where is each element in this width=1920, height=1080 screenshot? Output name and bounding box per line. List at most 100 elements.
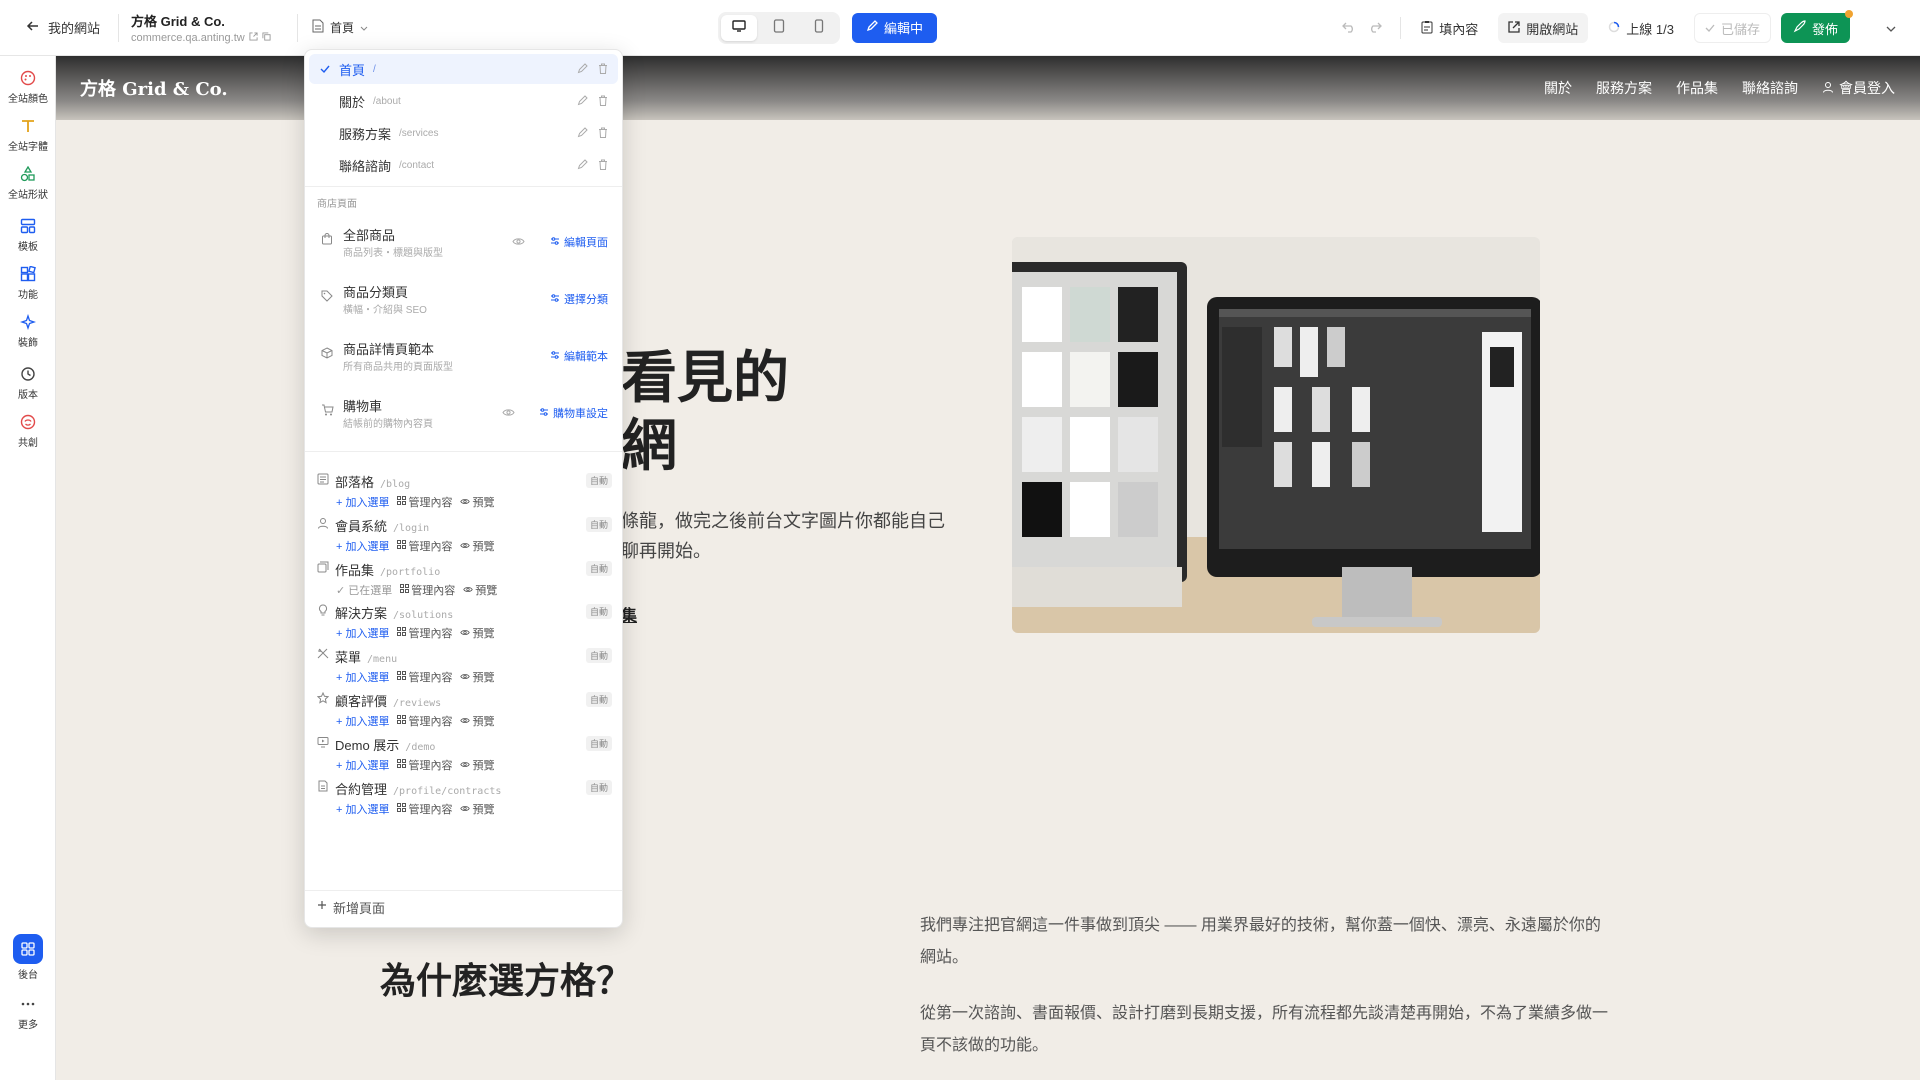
trash-icon[interactable] bbox=[598, 62, 608, 77]
sidebar-item-features[interactable]: 功能 bbox=[0, 264, 56, 301]
manage-content-link[interactable]: 管理內容 bbox=[397, 669, 452, 685]
edit-template-link[interactable]: 編輯範本 bbox=[550, 348, 608, 364]
shop-item-category[interactable]: 商品分類頁 橫幅・介紹與 SEO 選擇分類 bbox=[305, 277, 622, 325]
auto-badge: 自動 bbox=[585, 692, 612, 707]
feature-reviews[interactable]: 顧客評價/reviews 自動 + 加入選單 管理內容 預覽 bbox=[305, 689, 622, 733]
feature-demo[interactable]: Demo 展示/demo 自動 + 加入選單 管理內容 預覽 bbox=[305, 733, 622, 777]
preview-link[interactable]: 預覽 bbox=[460, 538, 494, 554]
trash-icon[interactable] bbox=[598, 158, 608, 173]
sidebar-item-admin[interactable]: 後台 bbox=[0, 934, 56, 981]
pencil-icon[interactable] bbox=[577, 126, 588, 141]
eye-icon[interactable] bbox=[502, 405, 515, 420]
toolbar-right: 填內容 開啟網站 上線 1/3 已儲存 發佈 bbox=[1342, 0, 1896, 56]
feature-menu[interactable]: 菜單/menu 自動 + 加入選單 管理內容 預覽 bbox=[305, 645, 622, 689]
open-site-button[interactable]: 開啟網站 bbox=[1498, 13, 1589, 43]
add-to-menu-link[interactable]: + 加入選單 bbox=[336, 757, 389, 773]
page-item-services[interactable]: 服務方案 /services bbox=[309, 118, 618, 148]
manage-content-link[interactable]: 管理內容 bbox=[400, 582, 455, 598]
sidebar-item-cocreate[interactable]: 共創 bbox=[0, 412, 56, 449]
cart-icon bbox=[321, 404, 334, 419]
sidebar-item-site-shapes[interactable]: 全站形狀 bbox=[0, 164, 56, 201]
sidebar-item-decorations[interactable]: 裝飾 bbox=[0, 312, 56, 349]
shop-item-product-detail[interactable]: 商品詳情頁範本 所有商品共用的頁面版型 編輯範本 bbox=[305, 334, 622, 382]
add-to-menu-link[interactable]: + 加入選單 bbox=[336, 494, 389, 510]
publish-button[interactable]: 發佈 bbox=[1780, 10, 1853, 43]
choose-category-link[interactable]: 選擇分類 bbox=[550, 291, 608, 307]
editing-mode-button[interactable]: 編輯中 bbox=[852, 12, 938, 43]
preview-link[interactable]: 預覽 bbox=[460, 757, 494, 773]
page-item-about[interactable]: 關於 /about bbox=[309, 86, 618, 116]
copy-icon[interactable] bbox=[262, 32, 271, 44]
trash-icon[interactable] bbox=[598, 94, 608, 109]
sidebar-item-more[interactable]: 更多 bbox=[0, 994, 56, 1031]
feature-member-system[interactable]: 會員系統/login 自動 + 加入選單 管理內容 預覽 bbox=[305, 514, 622, 558]
cart-settings-link[interactable]: 購物車設定 bbox=[539, 405, 608, 421]
manage-content-link[interactable]: 管理內容 bbox=[397, 625, 452, 641]
sidebar-item-versions[interactable]: 版本 bbox=[0, 364, 56, 401]
page-label: 服務方案 bbox=[339, 126, 392, 142]
preview-link[interactable]: 預覽 bbox=[460, 494, 494, 510]
trash-icon[interactable] bbox=[598, 126, 608, 141]
edit-page-link[interactable]: 編輯頁面 bbox=[550, 234, 608, 250]
eye-icon[interactable] bbox=[512, 234, 525, 249]
nav-link-services[interactable]: 服務方案 bbox=[1596, 78, 1652, 98]
mobile-view-button[interactable] bbox=[801, 15, 837, 41]
saved-button[interactable]: 已儲存 bbox=[1693, 13, 1771, 43]
sidebar-item-label: 全站顏色 bbox=[8, 94, 48, 105]
feature-portfolio[interactable]: 作品集/portfolio 自動 ✓ 已在選單 管理內容 預覽 bbox=[305, 558, 622, 602]
feature-slug: /menu bbox=[367, 654, 398, 666]
preview-link[interactable]: 預覽 bbox=[460, 669, 494, 685]
preview-label: 預覽 bbox=[472, 540, 495, 553]
page-selector-button[interactable]: 首頁 bbox=[312, 19, 368, 36]
page-item-contact[interactable]: 聯絡諮詢 /contact bbox=[309, 150, 618, 180]
manage-label: 管理內容 bbox=[411, 584, 456, 597]
fill-content-button[interactable]: 填內容 bbox=[1411, 13, 1488, 43]
preview-link[interactable]: 預覽 bbox=[460, 801, 494, 817]
page-item-home[interactable]: 首頁 / bbox=[309, 54, 618, 84]
add-to-menu-link[interactable]: + 加入選單 bbox=[336, 538, 389, 554]
feature-solutions[interactable]: 解決方案/solutions 自動 + 加入選單 管理內容 預覽 bbox=[305, 601, 622, 645]
nav-link-about[interactable]: 關於 bbox=[1544, 78, 1572, 98]
preview-link[interactable]: 預覽 bbox=[463, 582, 497, 598]
add-page-button[interactable]: 新增頁面 bbox=[317, 898, 385, 917]
sidebar-item-templates[interactable]: 模板 bbox=[0, 216, 56, 253]
desktop-view-button[interactable] bbox=[721, 14, 757, 41]
shop-item-all-products[interactable]: 全部商品 商品列表・標題與版型 編輯頁面 bbox=[305, 220, 622, 268]
sidebar-item-site-fonts[interactable]: 全站字體 bbox=[0, 116, 56, 153]
pencil-icon[interactable] bbox=[577, 62, 588, 77]
undo-icon[interactable] bbox=[1342, 21, 1356, 36]
manage-content-link[interactable]: 管理內容 bbox=[397, 713, 452, 729]
site-logo[interactable]: 方格 Grid & Co. bbox=[80, 75, 228, 101]
nav-link-contact[interactable]: 聯絡諮詢 bbox=[1742, 78, 1798, 98]
shapes-icon bbox=[18, 164, 38, 184]
shop-item-cart[interactable]: 購物車 結帳前的購物內容頁 購物車設定 bbox=[305, 391, 622, 439]
external-link-icon[interactable] bbox=[249, 32, 258, 44]
more-menu-chevron-icon[interactable] bbox=[1886, 21, 1896, 36]
tablet-view-button[interactable] bbox=[761, 15, 797, 41]
redo-icon[interactable] bbox=[1368, 21, 1383, 36]
add-to-menu-link[interactable]: + 加入選單 bbox=[336, 801, 389, 817]
add-to-menu-link[interactable]: + 加入選單 bbox=[336, 713, 389, 729]
pencil-icon[interactable] bbox=[577, 94, 588, 109]
nav-link-portfolio[interactable]: 作品集 bbox=[1676, 78, 1718, 98]
feature-contracts[interactable]: 合約管理/profile/contracts 自動 + 加入選單 管理內容 預覽 bbox=[305, 777, 622, 821]
member-login-link[interactable]: 會員登入 bbox=[1822, 78, 1895, 98]
manage-content-link[interactable]: 管理內容 bbox=[397, 494, 452, 510]
preview-link[interactable]: 預覽 bbox=[460, 625, 494, 641]
add-to-menu-link[interactable]: + 加入選單 bbox=[336, 625, 389, 641]
manage-content-link[interactable]: 管理內容 bbox=[397, 757, 452, 773]
manage-content-link[interactable]: 管理內容 bbox=[397, 801, 452, 817]
sidebar-item-site-colors[interactable]: 全站顏色 bbox=[0, 68, 56, 105]
hero-portfolio-link[interactable]: 集 bbox=[621, 602, 637, 626]
pencil-icon[interactable] bbox=[577, 158, 588, 173]
back-to-my-sites-button[interactable]: 我的網站 bbox=[0, 18, 118, 37]
online-status[interactable]: 上線 1/3 bbox=[1598, 13, 1684, 43]
action-label: 購物車設定 bbox=[553, 408, 608, 420]
add-page-label: 新增頁面 bbox=[333, 901, 386, 916]
preview-link[interactable]: 預覽 bbox=[460, 713, 494, 729]
manage-content-link[interactable]: 管理內容 bbox=[397, 538, 452, 554]
page-label: 首頁 bbox=[339, 62, 366, 78]
feature-blog[interactable]: 部落格/blog 自動 + 加入選單 管理內容 預覽 bbox=[305, 470, 622, 514]
site-url[interactable]: commerce.qa.anting.tw bbox=[131, 32, 245, 44]
add-to-menu-link[interactable]: + 加入選單 bbox=[336, 669, 389, 685]
